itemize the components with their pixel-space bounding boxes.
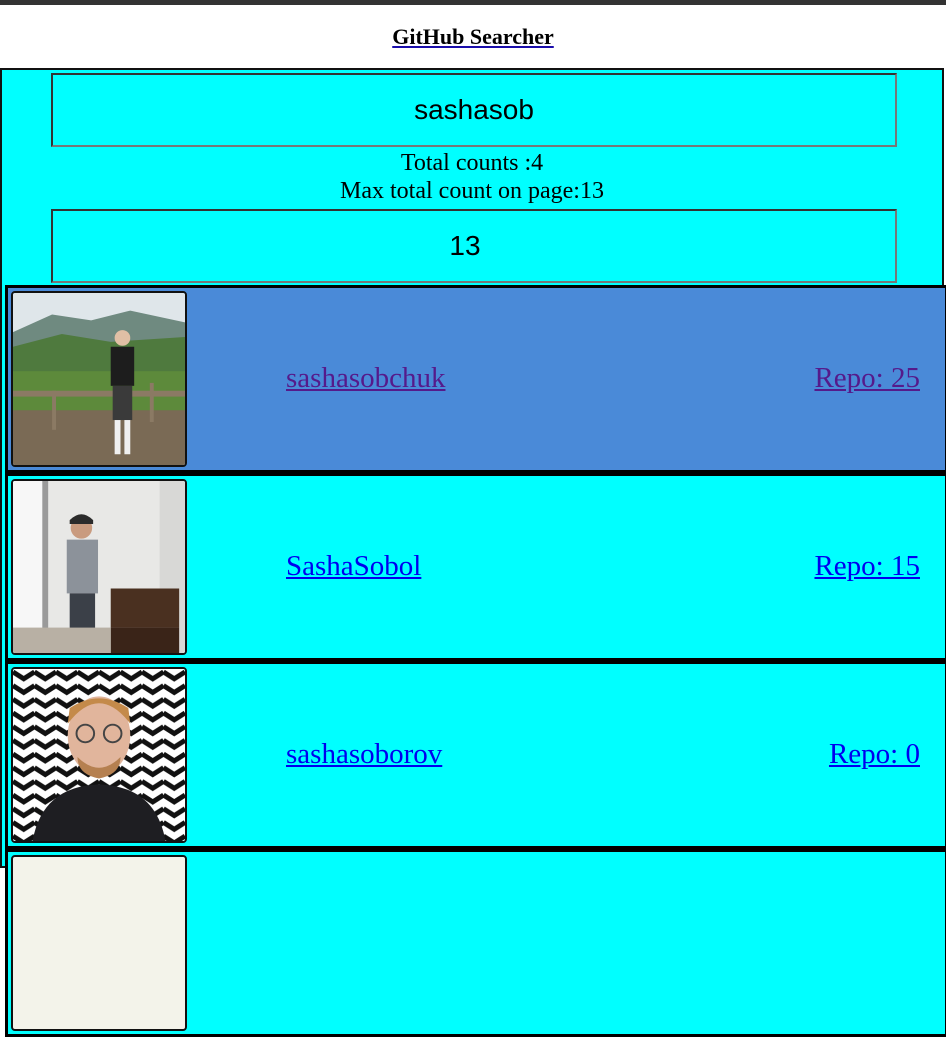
- user-repo-link[interactable]: Repo: 0: [829, 738, 920, 771]
- user-row[interactable]: sashasoborov Repo: 0: [5, 661, 946, 849]
- avatar[interactable]: [11, 291, 187, 467]
- search-input[interactable]: [51, 73, 897, 147]
- user-login-link[interactable]: SashaSobol: [286, 550, 421, 583]
- user-row[interactable]: [5, 849, 946, 1037]
- avatar[interactable]: [11, 667, 187, 843]
- app-title-link[interactable]: GitHub Searcher: [392, 24, 554, 50]
- user-repo-link[interactable]: Repo: 15: [814, 550, 920, 583]
- user-login-link[interactable]: sashasoborov: [286, 738, 442, 771]
- user-login-link[interactable]: sashasobchuk: [286, 362, 445, 395]
- max-count-text: Max total count on page:13: [340, 178, 604, 204]
- header: GitHub Searcher: [0, 5, 946, 68]
- main-panel: Total counts :4 Max total count on page:…: [0, 68, 946, 1037]
- avatar[interactable]: [11, 479, 187, 655]
- user-row[interactable]: SashaSobol Repo: 15: [5, 473, 946, 661]
- avatar[interactable]: [11, 855, 187, 1031]
- per-page-input[interactable]: [51, 209, 897, 283]
- user-repo-link[interactable]: Repo: 25: [814, 362, 920, 395]
- user-row[interactable]: sashasobchuk Repo: 25: [5, 285, 946, 473]
- total-counts-text: Total counts :4: [400, 150, 544, 176]
